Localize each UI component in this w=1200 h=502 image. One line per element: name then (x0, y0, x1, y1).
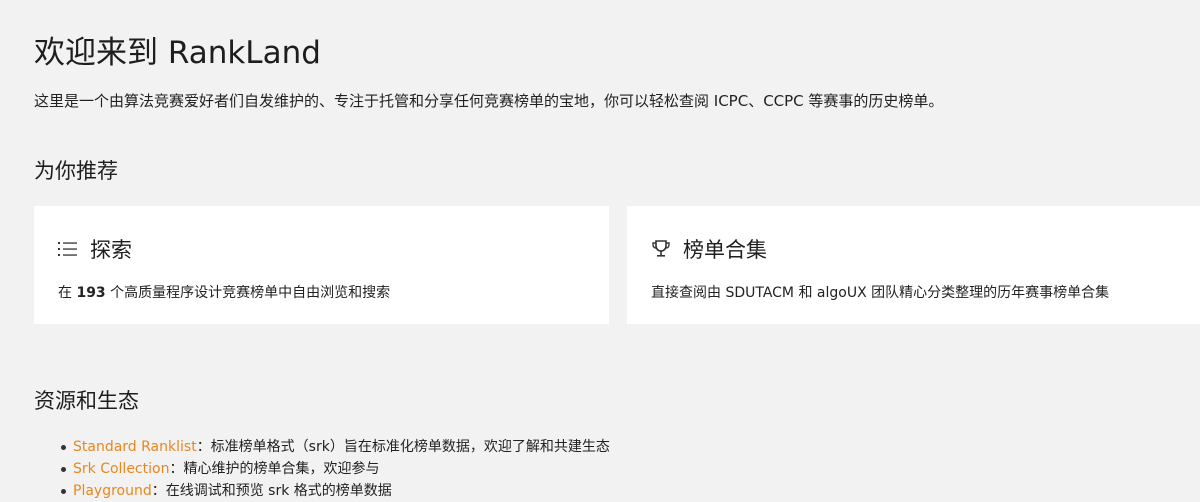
explore-desc-prefix: 在 (58, 285, 77, 301)
ranklist-count: 193 (76, 285, 106, 301)
resource-description: ：精心维护的榜单合集，欢迎参与 (169, 461, 380, 477)
collection-card-title: 榜单合集 (683, 238, 767, 262)
explore-card-header: 探索 (58, 234, 132, 264)
trophy-icon (651, 239, 671, 259)
explore-card-description: 在 193 个高质量程序设计竞赛榜单中自由浏览和搜索 (58, 282, 390, 302)
collection-card-header: 榜单合集 (651, 234, 767, 264)
resources-section-title: 资源和生态 (34, 389, 139, 413)
resources-list: Standard Ranklist：标准榜单格式（srk）旨在标准化榜单数据，欢… (34, 436, 610, 502)
resource-description: ：标准榜单格式（srk）旨在标准化榜单数据，欢迎了解和共建生态 (196, 439, 610, 455)
resource-description: ：在线调试和预览 srk 格式的榜单数据 (151, 483, 392, 499)
srk-collection-link[interactable]: Srk Collection (73, 461, 169, 477)
list-item: Standard Ranklist：标准榜单格式（srk）旨在标准化榜单数据，欢… (34, 436, 610, 458)
list-item: Srk Collection：精心维护的榜单合集，欢迎参与 (34, 458, 610, 480)
standard-ranklist-link[interactable]: Standard Ranklist (73, 439, 197, 455)
collection-card[interactable]: 榜单合集 直接查阅由 SDUTACM 和 algoUX 团队精心分类整理的历年赛… (627, 206, 1200, 324)
explore-card[interactable]: 探索 在 193 个高质量程序设计竞赛榜单中自由浏览和搜索 (34, 206, 609, 324)
intro-text: 这里是一个由算法竞赛爱好者们自发维护的、专注于托管和分享任何竞赛榜单的宝地，你可… (34, 92, 944, 110)
list-item: Playground：在线调试和预览 srk 格式的榜单数据 (34, 480, 610, 502)
recommend-section-title: 为你推荐 (34, 159, 118, 183)
list-icon (58, 239, 78, 259)
page-title: 欢迎来到 RankLand (34, 35, 321, 71)
playground-link[interactable]: Playground (73, 483, 152, 499)
explore-card-title: 探索 (90, 238, 132, 262)
explore-desc-suffix: 个高质量程序设计竞赛榜单中自由浏览和搜索 (105, 285, 391, 301)
collection-card-description: 直接查阅由 SDUTACM 和 algoUX 团队精心分类整理的历年赛事榜单合集 (651, 285, 1110, 301)
